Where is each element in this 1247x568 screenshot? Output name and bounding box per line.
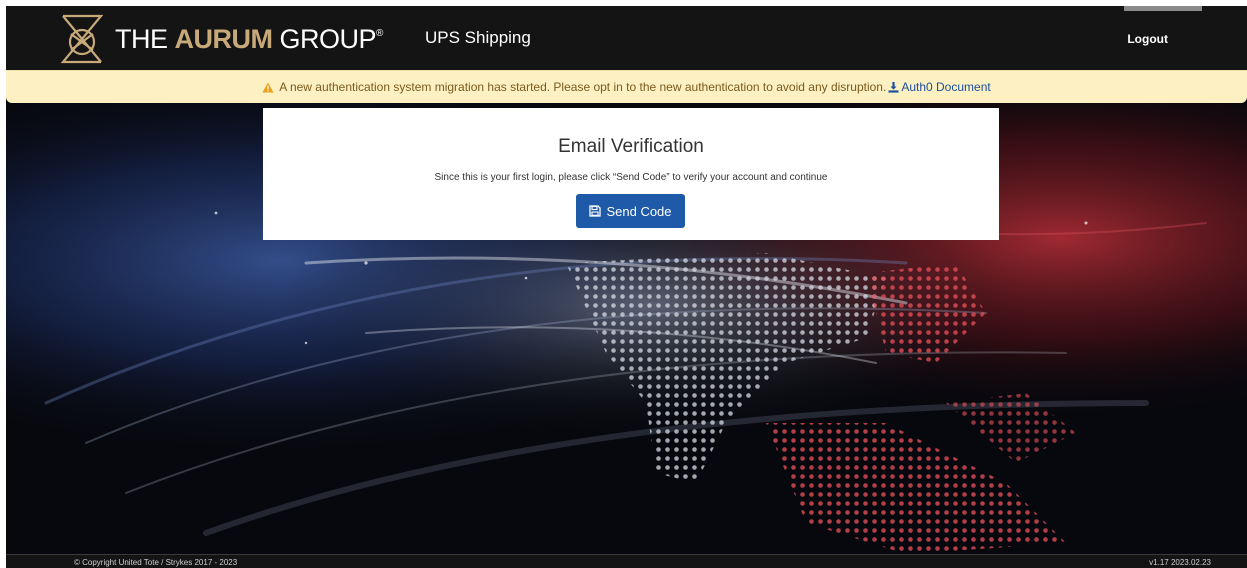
send-code-button[interactable]: Send Code — [576, 194, 685, 228]
banner-message: A new authentication system migration ha… — [279, 80, 887, 94]
page-footer: © Copyright United Tote / Strykes 2017 -… — [6, 554, 1247, 568]
registered-mark: ® — [376, 27, 383, 39]
brand-name: THE AURUM GROUP® — [115, 24, 383, 55]
logout-link[interactable]: Logout — [1127, 32, 1168, 46]
aurum-logo-icon — [60, 14, 104, 64]
copyright-text: © Copyright United Tote / Strykes 2017 -… — [74, 558, 238, 567]
app-frame: THE AURUM GROUP® UPS Shipping Logout A n… — [6, 6, 1247, 568]
card-title: Email Verification — [558, 136, 704, 157]
email-verification-card: Email Verification Since this is your fi… — [263, 108, 999, 240]
auth0-document-link[interactable]: Auth0 Document — [888, 80, 991, 94]
brand-prefix: THE — [115, 23, 175, 54]
brand-logo[interactable]: THE AURUM GROUP® — [57, 12, 383, 66]
send-code-label: Send Code — [606, 203, 672, 219]
download-icon — [888, 81, 899, 93]
warning-icon — [262, 82, 274, 92]
top-navbar: THE AURUM GROUP® UPS Shipping Logout — [6, 6, 1247, 70]
card-subtitle: Since this is your first login, please c… — [434, 172, 828, 183]
brand-bold: AURUM — [174, 23, 274, 54]
version-text: v1.17 2023.02.23 — [1149, 558, 1211, 567]
app-title: UPS Shipping — [425, 28, 531, 47]
auth0-document-label: Auth0 Document — [901, 80, 991, 94]
auth-migration-banner: A new authentication system migration ha… — [6, 70, 1247, 103]
brand-suffix: GROUP — [272, 23, 377, 54]
save-icon — [589, 205, 602, 217]
top-strip-decoration — [1124, 6, 1202, 11]
